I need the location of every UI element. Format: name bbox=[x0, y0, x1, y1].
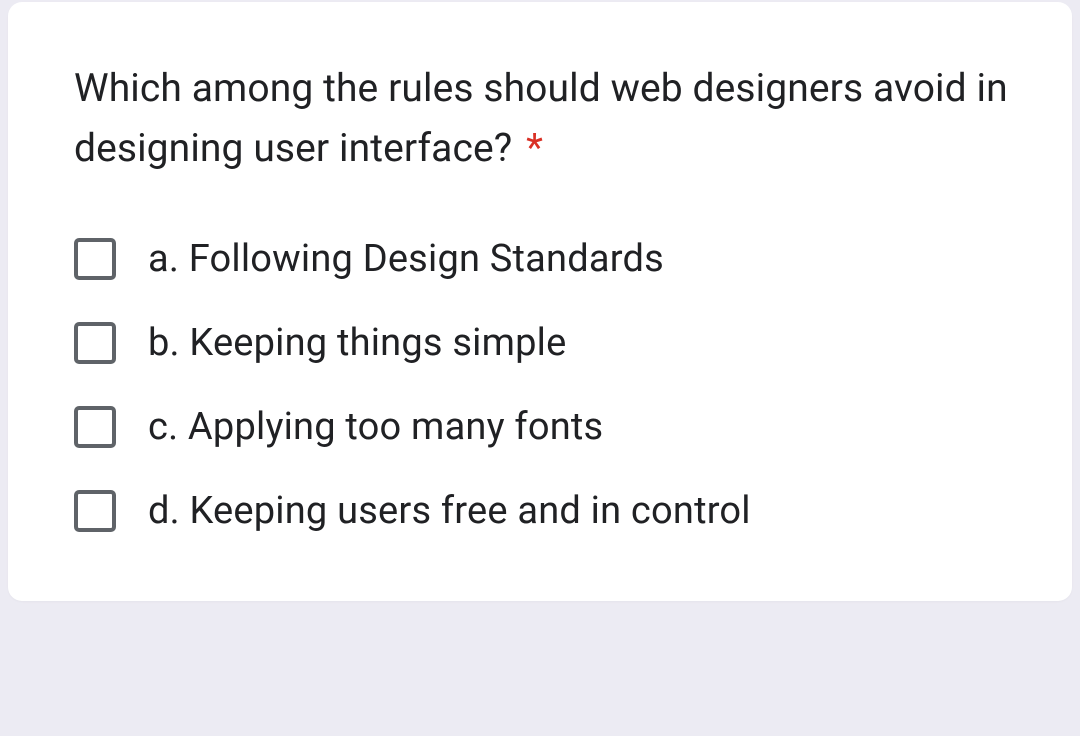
checkbox-b[interactable] bbox=[74, 322, 116, 364]
question-card: Which among the rules should web designe… bbox=[8, 2, 1072, 601]
options-list: a. Following Design Standards b. Keeping… bbox=[74, 237, 1016, 533]
option-c[interactable]: c. Applying too many fonts bbox=[74, 405, 1016, 449]
option-label-d: d. Keeping users free and in control bbox=[148, 489, 751, 533]
checkbox-c[interactable] bbox=[74, 406, 116, 448]
checkbox-d[interactable] bbox=[74, 490, 116, 532]
option-b[interactable]: b. Keeping things simple bbox=[74, 321, 1016, 365]
option-a[interactable]: a. Following Design Standards bbox=[74, 237, 1016, 281]
option-label-b: b. Keeping things simple bbox=[148, 321, 566, 365]
checkbox-a[interactable] bbox=[74, 238, 116, 280]
option-d[interactable]: d. Keeping users free and in control bbox=[74, 489, 1016, 533]
question-text: Which among the rules should web designe… bbox=[74, 58, 1016, 179]
required-marker: * bbox=[526, 125, 543, 171]
option-label-a: a. Following Design Standards bbox=[148, 237, 664, 281]
option-label-c: c. Applying too many fonts bbox=[148, 405, 603, 449]
